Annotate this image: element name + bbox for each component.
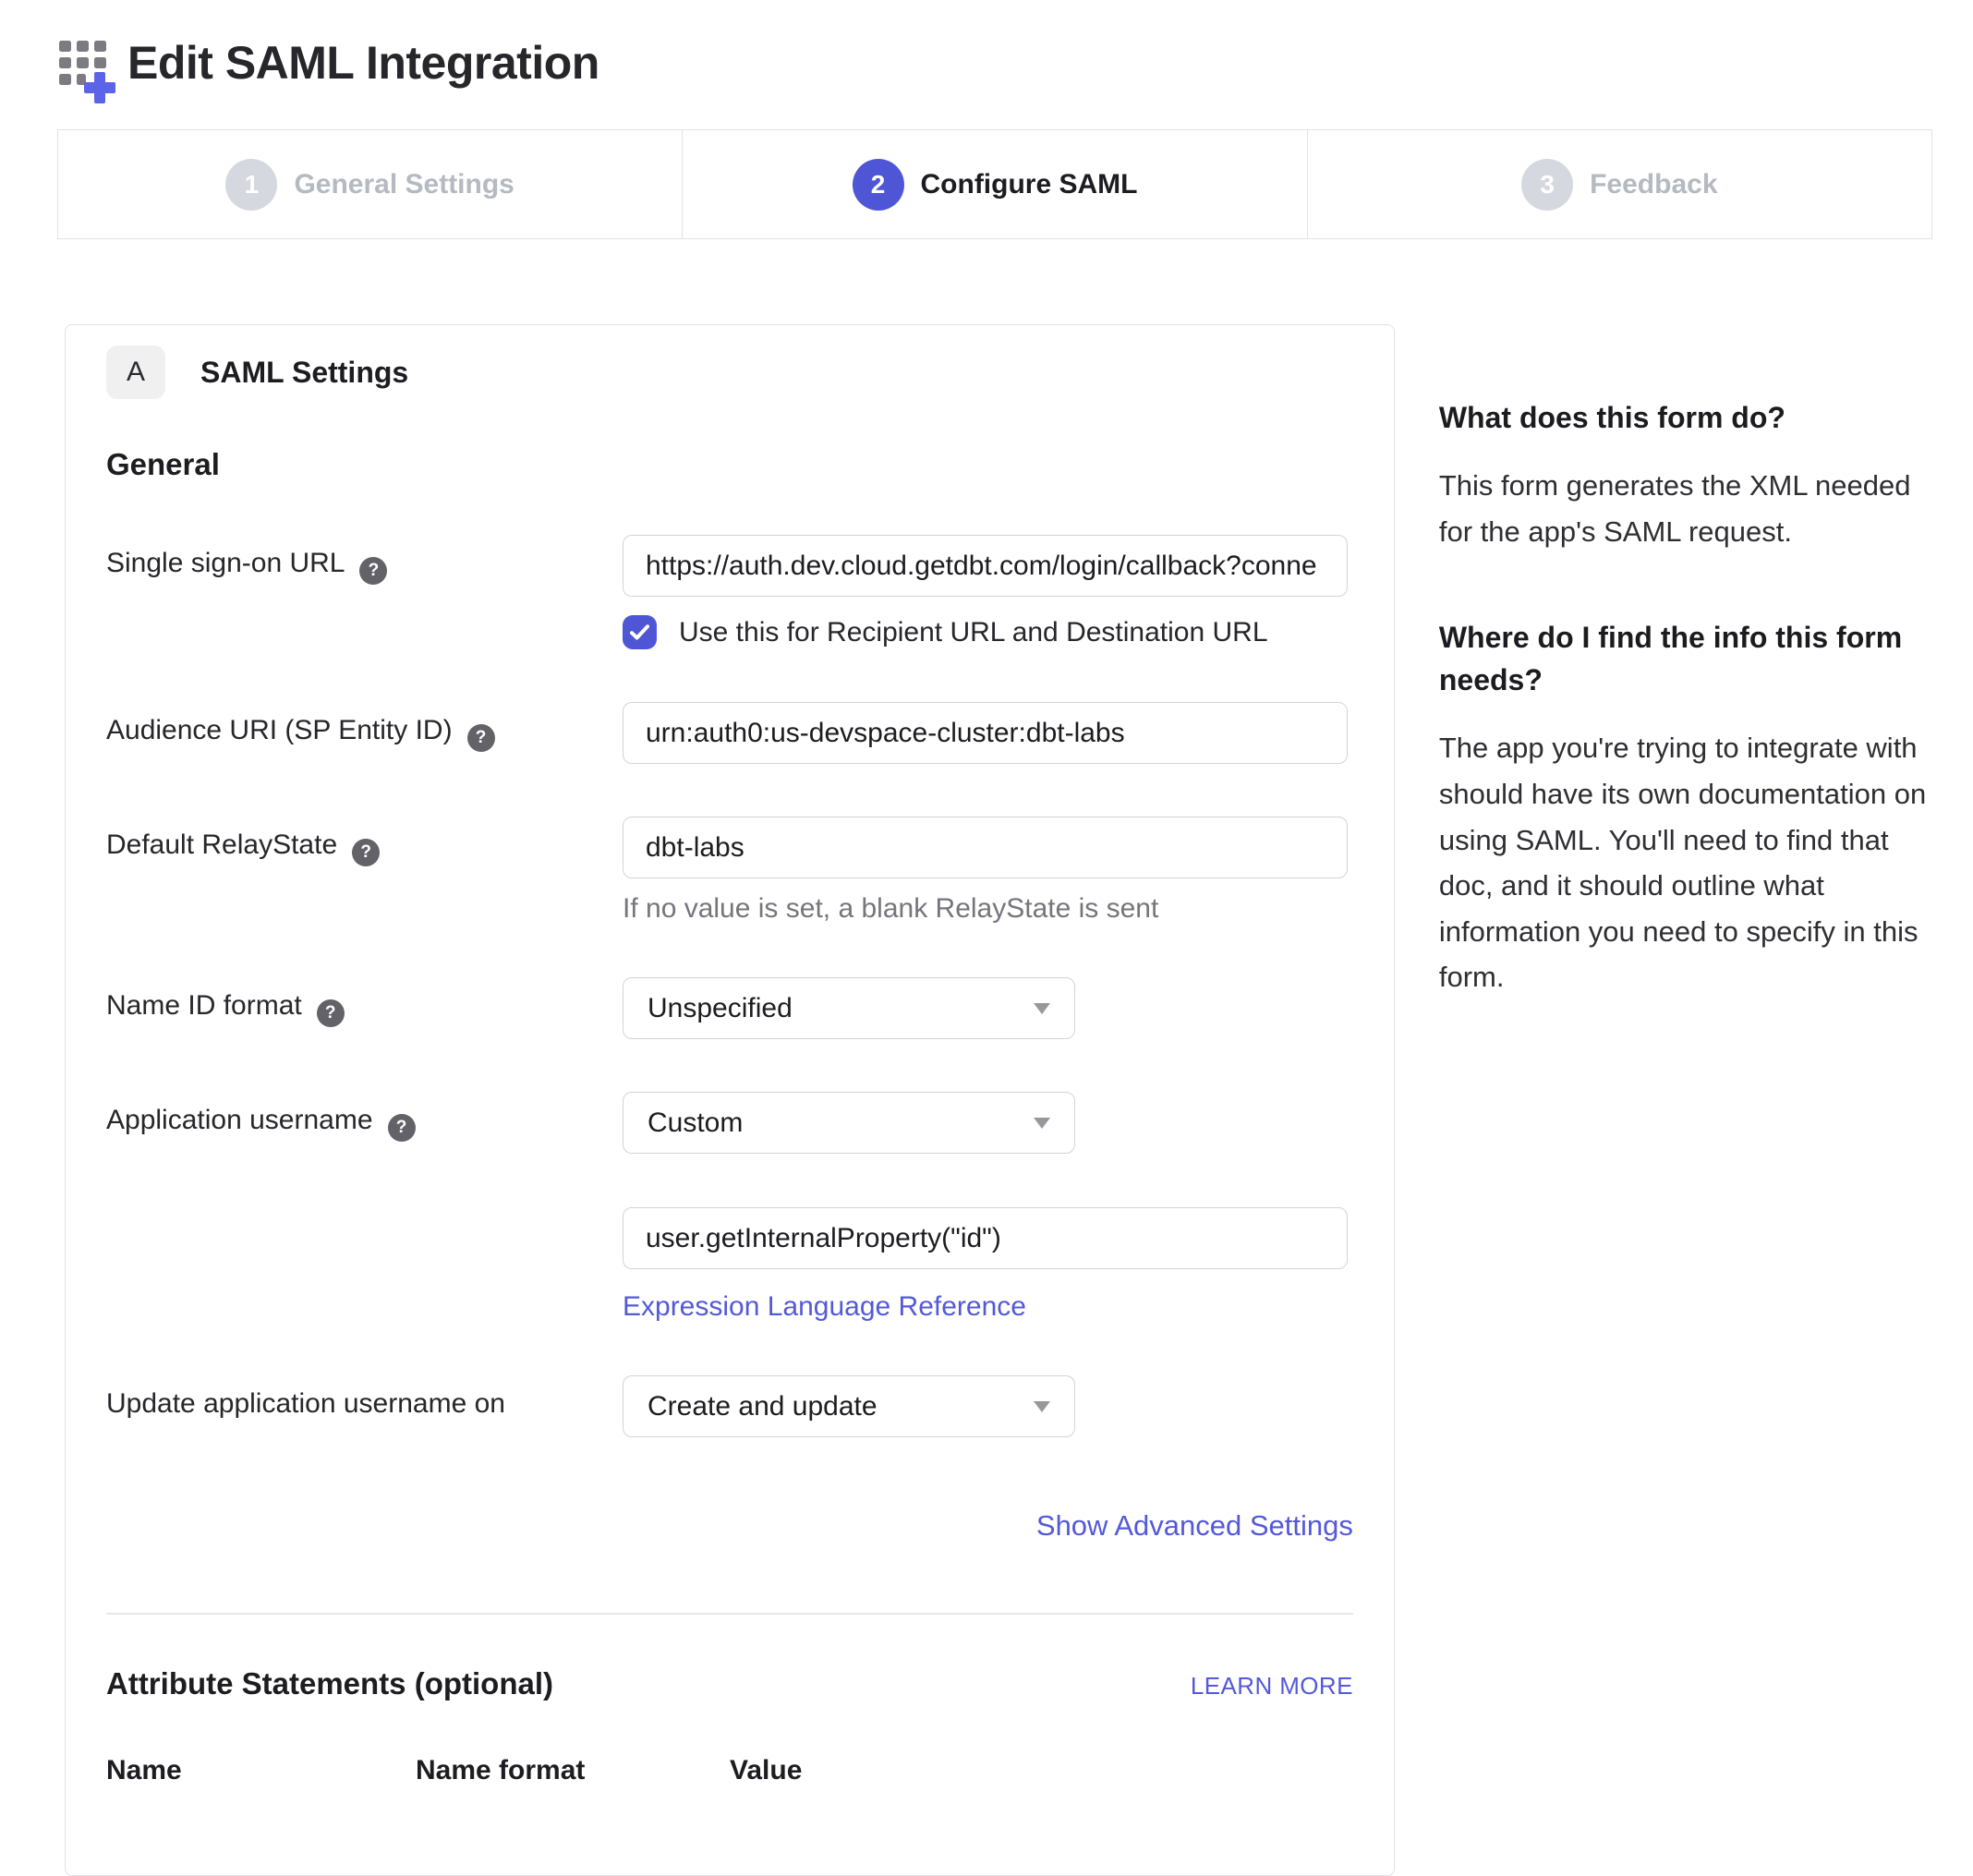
sso-url-row: Single sign-on URL? Use this for Recipie… xyxy=(106,535,1353,649)
audience-uri-input[interactable] xyxy=(623,702,1348,764)
step-3-label: Feedback xyxy=(1590,169,1717,200)
update-application-username-row: Update application username on Create an… xyxy=(106,1375,1353,1437)
application-username-label: Application username xyxy=(106,1105,373,1135)
update-application-username-label: Update application username on xyxy=(106,1388,505,1419)
help-heading-find-info: Where do I find the info this form needs… xyxy=(1439,616,1932,702)
sso-url-help-icon[interactable]: ? xyxy=(359,557,387,585)
step-2-number-badge: 2 xyxy=(853,159,904,211)
default-relaystate-input[interactable] xyxy=(623,817,1348,878)
section-a-badge: A xyxy=(106,345,165,399)
column-header-value: Value xyxy=(730,1755,802,1786)
audience-uri-row: Audience URI (SP Entity ID)? xyxy=(106,702,1353,764)
recipient-destination-checkbox-label[interactable]: Use this for Recipient URL and Destinati… xyxy=(679,617,1268,648)
custom-username-expression-input[interactable] xyxy=(623,1207,1348,1269)
page-header: Edit SAML Integration xyxy=(57,26,1932,105)
default-relaystate-label: Default RelayState xyxy=(106,829,337,860)
show-advanced-settings-link[interactable]: Show Advanced Settings xyxy=(1036,1509,1353,1542)
step-1-number-badge: 1 xyxy=(225,159,277,211)
application-username-value: Custom xyxy=(648,1107,743,1139)
recipient-destination-checkbox[interactable] xyxy=(623,615,657,649)
page-root: Edit SAML Integration 1 General Settings… xyxy=(0,0,1973,1876)
help-body-find-info: The app you're trying to integrate with … xyxy=(1439,725,1932,1000)
saml-app-grid-plus-icon xyxy=(57,28,124,105)
sso-url-input[interactable] xyxy=(623,535,1348,597)
section-divider xyxy=(106,1613,1353,1615)
panel-title: SAML Settings xyxy=(200,356,408,390)
name-id-format-select[interactable]: Unspecified xyxy=(623,977,1075,1039)
name-id-format-row: Name ID format? Unspecified xyxy=(106,977,1353,1039)
step-3-number-badge: 3 xyxy=(1521,159,1573,211)
help-heading-form-purpose: What does this form do? xyxy=(1439,396,1932,439)
column-header-name-format: Name format xyxy=(416,1755,730,1786)
update-application-username-select[interactable]: Create and update xyxy=(623,1375,1075,1437)
step-feedback[interactable]: 3 Feedback xyxy=(1307,130,1931,238)
attribute-statements-column-headers: Name Name format Value xyxy=(106,1755,1353,1786)
attribute-statements-heading: Attribute Statements (optional) xyxy=(106,1666,553,1701)
sso-url-label: Single sign-on URL xyxy=(106,548,345,578)
page-title: Edit SAML Integration xyxy=(127,26,599,100)
chevron-down-icon xyxy=(1034,1003,1050,1014)
chevron-down-icon xyxy=(1034,1401,1050,1412)
panel-header: A SAML Settings xyxy=(106,345,1353,399)
column-header-name: Name xyxy=(106,1755,416,1786)
default-relaystate-help-icon[interactable]: ? xyxy=(352,839,380,866)
application-username-select[interactable]: Custom xyxy=(623,1092,1075,1154)
general-section-heading: General xyxy=(106,447,1353,482)
step-configure-saml[interactable]: 2 Configure SAML xyxy=(682,130,1306,238)
step-2-label: Configure SAML xyxy=(921,169,1138,200)
audience-uri-help-icon[interactable]: ? xyxy=(467,724,495,752)
expression-language-reference-link[interactable]: Expression Language Reference xyxy=(623,1291,1026,1323)
checkmark-icon xyxy=(630,624,649,640)
chevron-down-icon xyxy=(1034,1118,1050,1129)
help-body-form-purpose: This form generates the XML needed for t… xyxy=(1439,463,1932,554)
wizard-steps: 1 General Settings 2 Configure SAML 3 Fe… xyxy=(57,129,1932,239)
name-id-format-label: Name ID format xyxy=(106,990,302,1021)
saml-settings-panel: A SAML Settings General Single sign-on U… xyxy=(65,324,1395,1876)
learn-more-link[interactable]: LEARN MORE xyxy=(1191,1672,1353,1701)
step-1-label: General Settings xyxy=(294,169,514,200)
step-general-settings[interactable]: 1 General Settings xyxy=(58,130,682,238)
help-sidebar: What does this form do? This form genera… xyxy=(1439,324,1932,1061)
default-relaystate-row: Default RelayState? If no value is set, … xyxy=(106,817,1353,925)
relaystate-hint: If no value is set, a blank RelayState i… xyxy=(623,893,1353,925)
audience-uri-label: Audience URI (SP Entity ID) xyxy=(106,715,453,745)
update-application-username-value: Create and update xyxy=(648,1391,878,1422)
application-username-row: Application username? Custom Expression … xyxy=(106,1092,1353,1323)
name-id-format-help-icon[interactable]: ? xyxy=(317,999,345,1027)
application-username-help-icon[interactable]: ? xyxy=(388,1114,416,1142)
name-id-format-value: Unspecified xyxy=(648,993,793,1024)
